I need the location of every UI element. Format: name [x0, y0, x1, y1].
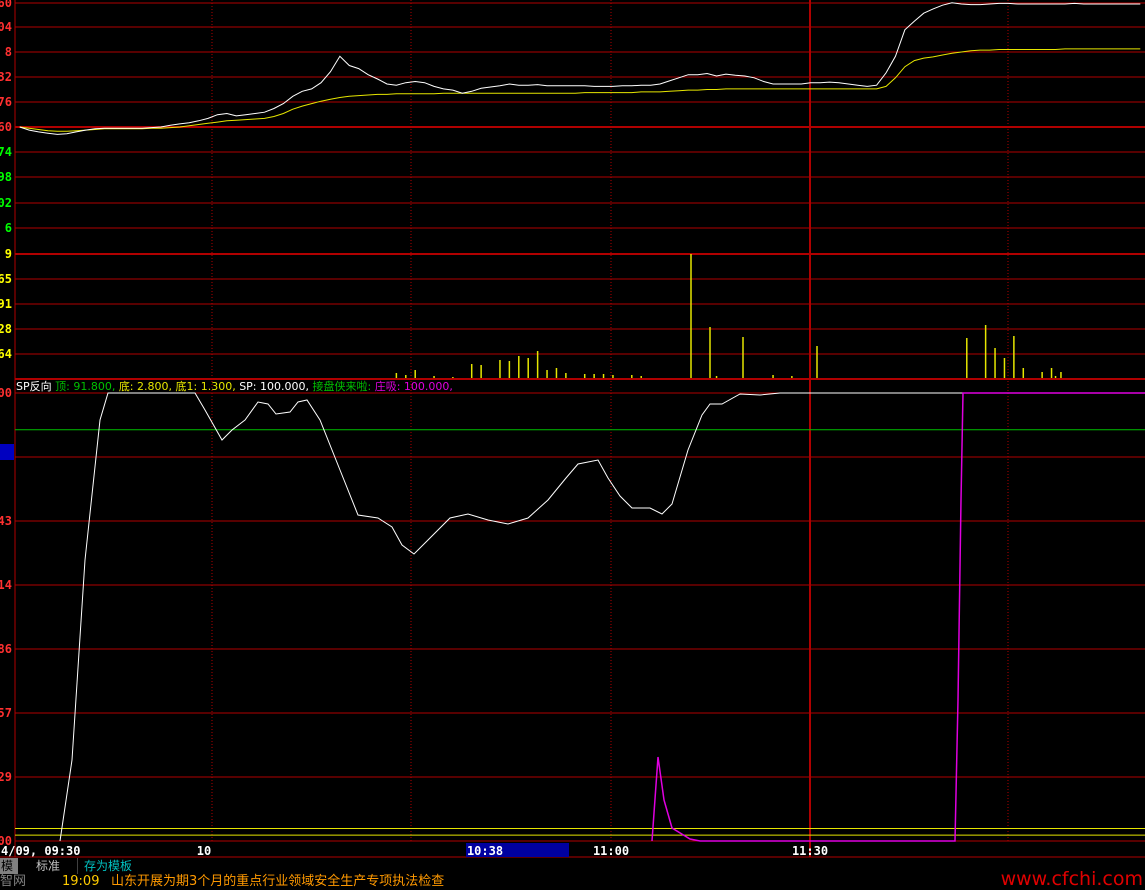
price-axis-label: 8 [5, 45, 12, 59]
volume-axis-label: 28 [0, 322, 12, 336]
tab-standard[interactable]: 标准 [20, 858, 78, 874]
price-axis-label: 04 [0, 20, 12, 34]
legend-item: SP: 100.000, [239, 380, 312, 393]
sp-line [59, 392, 1145, 842]
price-axis-label: 02 [0, 196, 12, 210]
price-line [19, 2, 1141, 135]
news-ticker[interactable]: 智网 19:09 山东开展为期3个月的重点行业领域安全生产专项执法检查 [0, 874, 1145, 889]
tab-template[interactable]: 模板 [0, 858, 18, 889]
news-headline[interactable]: 山东开展为期3个月的重点行业领域安全生产专项执法检查 [111, 874, 444, 889]
time-axis-label: 10:38 [467, 844, 503, 858]
price-axis-label: 98 [0, 170, 12, 184]
indicator-axis-label: 29 [0, 770, 12, 784]
chart-canvas[interactable]: 6004832766074980269659128640043148657290… [0, 0, 1145, 858]
legend-item: 顶: 91.800, [55, 380, 119, 393]
legend-item: 庄吸: 100.000, [375, 379, 453, 393]
time-axis-label: 11:00 [593, 844, 629, 858]
tab-save-template[interactable]: 存为模板 [80, 858, 140, 874]
price-axis-label: 32 [0, 70, 12, 84]
price-axis-label: 60 [0, 0, 12, 10]
price-axis-label: 60 [0, 120, 12, 134]
volume-axis-label: 64 [0, 347, 12, 361]
price-axis-label: 6 [5, 221, 12, 235]
avg-price-line [19, 48, 1141, 132]
legend-item: 底1: 1.300, [176, 379, 240, 393]
indicator-legend: SP反向 顶: 91.800, 底: 2.800, 底1: 1.300, SP:… [16, 379, 453, 393]
volume-axis-label: 65 [0, 272, 12, 286]
indicator-axis-label: 14 [0, 578, 12, 592]
indicator-axis-label: 43 [0, 514, 12, 528]
indicator-axis-label: 86 [0, 642, 12, 656]
price-axis-label: 9 [5, 247, 12, 261]
legend-item: SP反向 [16, 379, 55, 393]
volume-axis-label: 91 [0, 297, 12, 311]
legend-item: 底: 2.800, [119, 379, 176, 393]
time-axis-label: 10 [197, 844, 211, 858]
price-axis-label: 74 [0, 145, 12, 159]
legend-item: 接盘侠来啦: [313, 379, 375, 393]
indicator-axis-label: 57 [0, 706, 12, 720]
scroll-marker [0, 444, 14, 460]
time-axis-label: 11:30 [792, 844, 828, 858]
watermark: www.cfchi.com [1000, 868, 1143, 890]
price-axis-label: 76 [0, 95, 12, 109]
indicator-axis-label: 00 [0, 386, 12, 400]
time-axis-label: 4/09, 09:30 [1, 844, 80, 858]
news-time: 19:09 [62, 874, 100, 889]
news-source: 智网 [0, 874, 27, 889]
zhuangxi-line [651, 392, 1145, 842]
tab-bar: 模板 标准 存为模板 [0, 858, 1145, 889]
